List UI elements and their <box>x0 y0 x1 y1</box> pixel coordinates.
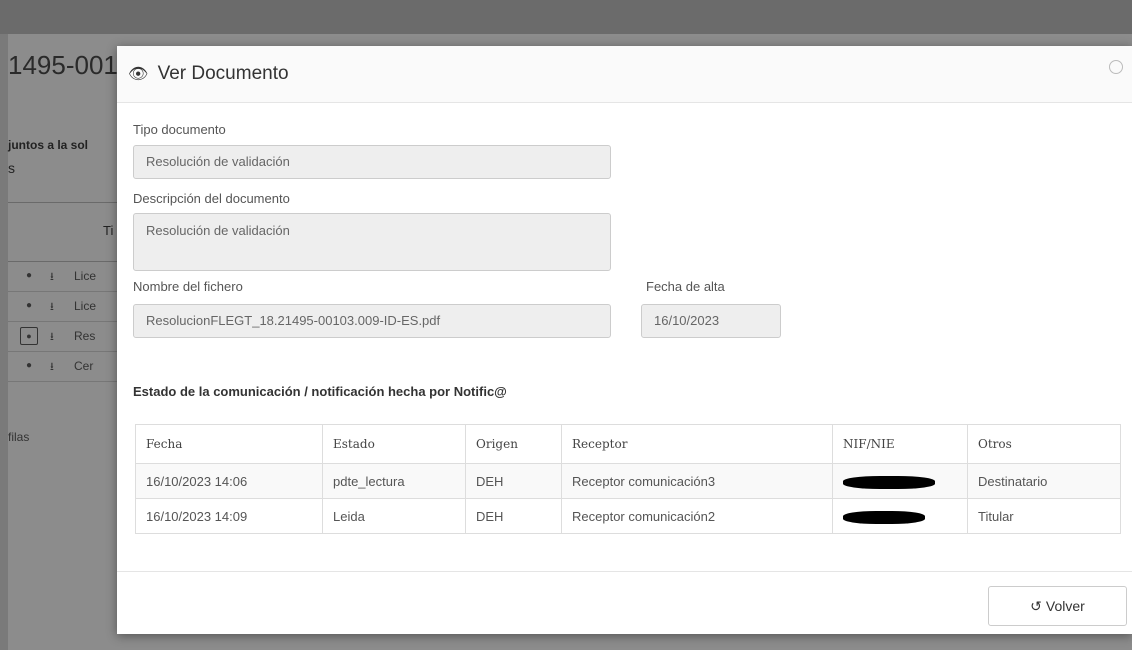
redaction-mark <box>843 510 925 524</box>
download-icon[interactable]: ⭳ <box>50 298 54 317</box>
table-cell: pdte_lectura <box>322 463 466 499</box>
table-cell <box>832 498 968 534</box>
table-cell: DEH <box>465 498 562 534</box>
nombre-fichero-field[interactable]: ResolucionFLEGT_18.21495-00103.009-ID-ES… <box>133 304 611 338</box>
eye-icon: 👁 <box>128 66 149 83</box>
tipo-documento-field[interactable]: Resolución de validación <box>133 145 611 179</box>
view-document-modal: 👁 Ver Documento Tipo documento Resolució… <box>117 46 1132 634</box>
notification-table: Fecha Estado Origen Receptor NIF/NIE Otr… <box>135 424 1121 534</box>
eye-icon[interactable]: ● <box>20 327 38 345</box>
redaction-mark <box>843 475 935 489</box>
descripcion-label: Descripción del documento <box>133 191 290 206</box>
modal-title-text: Ver Documento <box>157 63 289 84</box>
column-header: Otros <box>967 424 1121 464</box>
undo-icon: ↺ <box>1030 597 1042 614</box>
table-cell: Receptor comunicación3 <box>561 463 833 499</box>
modal-footer: ↺ Volver <box>117 571 1132 635</box>
table-row: ● ⭳ Lice <box>8 292 118 322</box>
table-row: 16/10/2023 14:06 pdte_lectura DEH Recept… <box>135 463 1121 499</box>
tipo-documento-label: Tipo documento <box>133 122 226 137</box>
column-header: Receptor <box>561 424 833 464</box>
fecha-alta-field[interactable]: 16/10/2023 <box>641 304 781 338</box>
section-count: s <box>8 160 15 176</box>
eye-icon[interactable]: ● <box>26 360 32 371</box>
close-icon[interactable] <box>1109 60 1123 74</box>
table-footer: filas <box>8 430 30 444</box>
table-header-row: Fecha Estado Origen Receptor NIF/NIE Otr… <box>135 424 1121 464</box>
eye-icon[interactable]: ● <box>26 270 32 281</box>
row-label: Res <box>74 329 96 343</box>
table-cell: 16/10/2023 14:06 <box>135 463 323 499</box>
top-bar <box>0 0 1132 34</box>
section-subtitle: juntos a la sol <box>8 138 89 152</box>
nombre-fichero-label: Nombre del fichero <box>133 279 243 294</box>
column-header: Ti <box>103 223 114 238</box>
download-icon[interactable]: ⭳ <box>50 358 54 377</box>
table-row: ● ⭳ Res <box>8 322 118 352</box>
download-icon[interactable]: ⭳ <box>50 328 54 347</box>
download-icon[interactable]: ⭳ <box>50 268 54 287</box>
row-label: Lice <box>74 269 97 283</box>
table-row: 16/10/2023 14:09 Leida DEH Receptor comu… <box>135 498 1121 534</box>
table-cell: Destinatario <box>967 463 1121 499</box>
eye-icon[interactable]: ● <box>26 300 32 311</box>
page-title: 1495-001 <box>8 50 118 80</box>
volver-button[interactable]: ↺ Volver <box>988 586 1127 626</box>
table-cell: Receptor comunicación2 <box>561 498 833 534</box>
table-row: ● ⭳ Cer <box>8 352 118 382</box>
table-cell: 16/10/2023 14:09 <box>135 498 323 534</box>
table-cell <box>832 463 968 499</box>
descripcion-field[interactable]: Resolución de validación <box>133 213 611 271</box>
volver-label: Volver <box>1045 598 1085 614</box>
column-header: NIF/NIE <box>832 424 968 464</box>
table-row: ● ⭳ Lice <box>8 262 118 292</box>
modal-title: 👁 Ver Documento <box>128 63 289 85</box>
column-header: Origen <box>465 424 562 464</box>
fecha-alta-label: Fecha de alta <box>646 279 725 294</box>
table-cell: DEH <box>465 463 562 499</box>
modal-header: 👁 Ver Documento <box>117 46 1132 103</box>
table-cell: Titular <box>967 498 1121 534</box>
table-cell: Leida <box>322 498 466 534</box>
documents-table: Ti ● ⭳ Lice ● ⭳ Lice ● ⭳ Res ● ⭳ Cer <box>8 202 118 382</box>
notification-section-title: Estado de la comunicación / notificación… <box>133 384 507 399</box>
column-header: Fecha <box>135 424 323 464</box>
row-label: Cer <box>74 359 94 373</box>
column-header: Estado <box>322 424 466 464</box>
table-header: Ti <box>8 202 118 262</box>
row-label: Lice <box>74 299 97 313</box>
